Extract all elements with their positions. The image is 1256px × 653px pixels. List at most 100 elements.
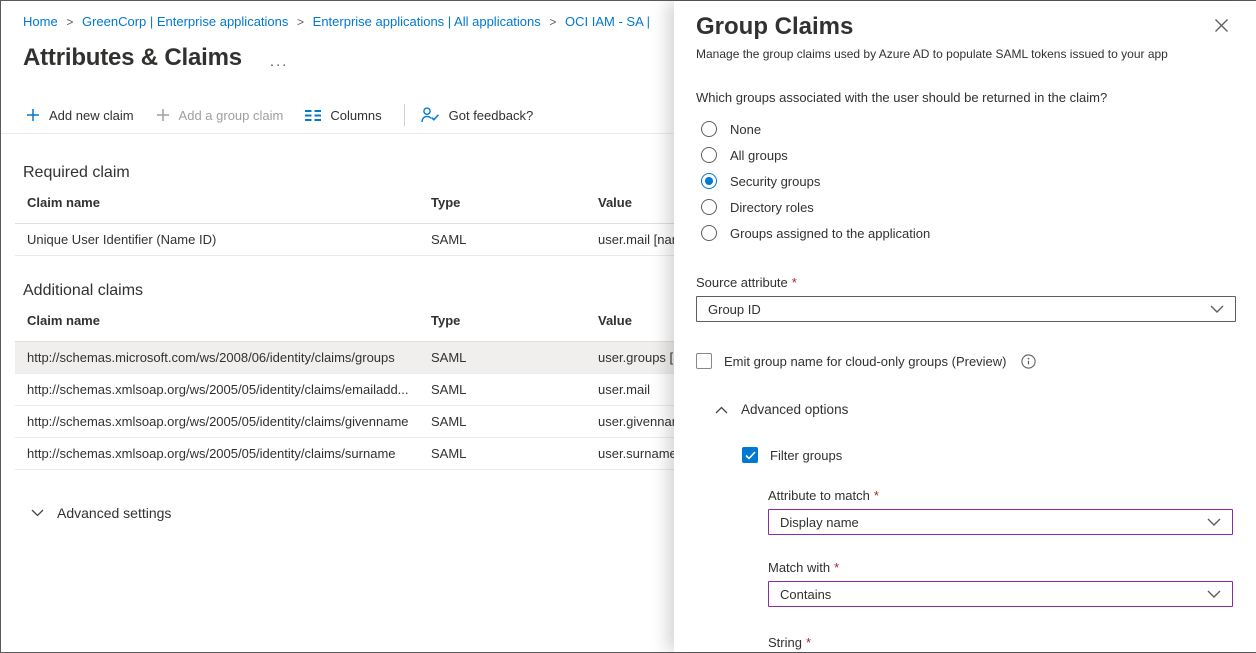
radio-button-icon: [701, 121, 717, 137]
claim-name-cell: http://schemas.xmlsoap.org/ws/2005/05/id…: [15, 414, 419, 429]
claim-value-cell: user.mail: [586, 382, 674, 397]
attribute-to-match-value: Display name: [780, 515, 859, 530]
panel-title: Group Claims: [696, 13, 1236, 41]
filter-groups-checkbox-row[interactable]: Filter groups: [742, 447, 1236, 463]
columns-icon: [305, 109, 321, 122]
breadcrumb-separator: >: [549, 15, 556, 29]
claim-name-cell: http://schemas.xmlsoap.org/ws/2005/05/id…: [15, 446, 419, 461]
radio-label: None: [730, 122, 761, 137]
source-attribute-dropdown[interactable]: Group ID: [696, 296, 1236, 322]
add-new-claim-button[interactable]: Add new claim: [26, 108, 134, 123]
source-attribute-value: Group ID: [708, 302, 761, 317]
claim-type-cell: SAML: [419, 414, 586, 429]
breadcrumb-enterprise-apps[interactable]: GreenCorp | Enterprise applications: [82, 14, 288, 29]
chevron-down-icon: [31, 509, 44, 517]
claim-value-cell: user.givennam: [586, 414, 674, 429]
additional-claims-section-title: Additional claims: [23, 282, 674, 300]
got-feedback-button[interactable]: Got feedback?: [421, 107, 534, 123]
attribute-to-match-dropdown[interactable]: Display name: [768, 509, 1233, 535]
feedback-person-icon: [421, 107, 440, 123]
chevron-up-icon: [715, 406, 728, 414]
emit-group-name-label: Emit group name for cloud-only groups (P…: [724, 354, 1007, 369]
claim-type-cell: SAML: [419, 350, 586, 365]
more-options-button[interactable]: ...: [270, 49, 289, 67]
page-title: Attributes & Claims: [23, 44, 242, 72]
group-type-radio-group: None All groups Security groups Director…: [701, 116, 1236, 246]
panel-subtitle: Manage the group claims used by Azure AD…: [696, 47, 1236, 61]
advanced-options-label: Advanced options: [741, 402, 848, 417]
advanced-settings-label: Advanced settings: [57, 505, 171, 521]
claim-name-cell: Unique User Identifier (Name ID): [15, 232, 419, 247]
advanced-options-toggle[interactable]: Advanced options: [715, 402, 1236, 417]
chevron-down-icon: [1207, 590, 1221, 599]
claim-value-cell: user.surname: [586, 446, 674, 461]
claim-value-cell: user.mail [nam: [586, 232, 674, 247]
table-header: Claim name Type Value: [15, 300, 674, 342]
radio-none[interactable]: None: [701, 116, 1236, 142]
got-feedback-label: Got feedback?: [449, 108, 534, 123]
required-claim-section-title: Required claim: [23, 164, 674, 182]
group-claims-question: Which groups associated with the user sh…: [696, 90, 1236, 105]
radio-security-groups[interactable]: Security groups: [701, 168, 1236, 194]
radio-button-selected-icon: [701, 173, 717, 189]
radio-button-icon: [701, 225, 717, 241]
table-row-emailaddress-claim[interactable]: http://schemas.xmlsoap.org/ws/2005/05/id…: [15, 374, 674, 406]
radio-label: Directory roles: [730, 200, 814, 215]
required-asterisk: *: [834, 560, 839, 575]
toolbar-divider: [404, 104, 405, 126]
columns-label: Columns: [330, 108, 381, 123]
radio-label: Security groups: [730, 174, 820, 189]
required-asterisk: *: [792, 275, 797, 290]
breadcrumb-home[interactable]: Home: [23, 14, 58, 29]
table-row-surname-claim[interactable]: http://schemas.xmlsoap.org/ws/2005/05/id…: [15, 438, 674, 470]
close-icon[interactable]: [1214, 18, 1229, 33]
breadcrumb-all-applications[interactable]: Enterprise applications | All applicatio…: [313, 14, 541, 29]
table-row-unique-user-identifier[interactable]: Unique User Identifier (Name ID) SAML us…: [15, 224, 674, 256]
breadcrumb-separator: >: [297, 15, 304, 29]
match-with-dropdown[interactable]: Contains: [768, 581, 1233, 607]
column-header-claim-name: Claim name: [15, 195, 419, 210]
radio-button-icon: [701, 147, 717, 163]
match-with-value: Contains: [780, 587, 831, 602]
checkbox-checked-icon: [742, 447, 758, 463]
radio-directory-roles[interactable]: Directory roles: [701, 194, 1236, 220]
breadcrumb: Home > GreenCorp | Enterprise applicatio…: [1, 1, 674, 29]
string-label: String*: [768, 635, 1233, 650]
source-attribute-label: Source attribute*: [696, 275, 1236, 290]
column-header-claim-name: Claim name: [15, 313, 419, 328]
radio-label: Groups assigned to the application: [730, 226, 930, 241]
checkbox-unchecked-icon: [696, 353, 712, 369]
group-claims-panel: Group Claims Manage the group claims use…: [674, 1, 1256, 652]
required-asterisk: *: [874, 488, 879, 503]
column-header-value: Value: [586, 313, 674, 328]
breadcrumb-separator: >: [66, 15, 73, 29]
attributes-claims-page: Home > GreenCorp | Enterprise applicatio…: [1, 1, 674, 652]
table-row-groups-claim[interactable]: http://schemas.microsoft.com/ws/2008/06/…: [15, 342, 674, 374]
filter-groups-label: Filter groups: [770, 448, 842, 463]
emit-group-name-checkbox-row[interactable]: Emit group name for cloud-only groups (P…: [696, 353, 1236, 369]
claim-value-cell: user.groups [S: [586, 350, 674, 365]
breadcrumb-app[interactable]: OCI IAM - SA |: [565, 14, 650, 29]
column-header-type: Type: [419, 313, 586, 328]
table-header: Claim name Type Value: [15, 182, 674, 224]
match-with-label: Match with*: [768, 560, 1233, 575]
advanced-settings-toggle[interactable]: Advanced settings: [31, 505, 674, 521]
required-claim-table: Claim name Type Value Unique User Identi…: [15, 182, 674, 256]
attribute-to-match-label: Attribute to match*: [768, 488, 1233, 503]
table-row-givenname-claim[interactable]: http://schemas.xmlsoap.org/ws/2005/05/id…: [15, 406, 674, 438]
command-bar: Add new claim Add a group claim Columns: [1, 97, 673, 134]
column-header-value: Value: [586, 195, 674, 210]
add-new-claim-label: Add new claim: [49, 108, 134, 123]
claim-name-cell: http://schemas.microsoft.com/ws/2008/06/…: [15, 350, 419, 365]
required-asterisk: *: [806, 635, 811, 650]
claim-type-cell: SAML: [419, 446, 586, 461]
additional-claims-table: Claim name Type Value http://schemas.mic…: [15, 300, 674, 470]
radio-groups-assigned[interactable]: Groups assigned to the application: [701, 220, 1236, 246]
column-header-type: Type: [419, 195, 586, 210]
plus-icon: [156, 108, 170, 122]
radio-all-groups[interactable]: All groups: [701, 142, 1236, 168]
columns-button[interactable]: Columns: [305, 108, 381, 123]
info-icon[interactable]: [1021, 354, 1036, 369]
radio-label: All groups: [730, 148, 788, 163]
add-group-claim-label: Add a group claim: [179, 108, 284, 123]
